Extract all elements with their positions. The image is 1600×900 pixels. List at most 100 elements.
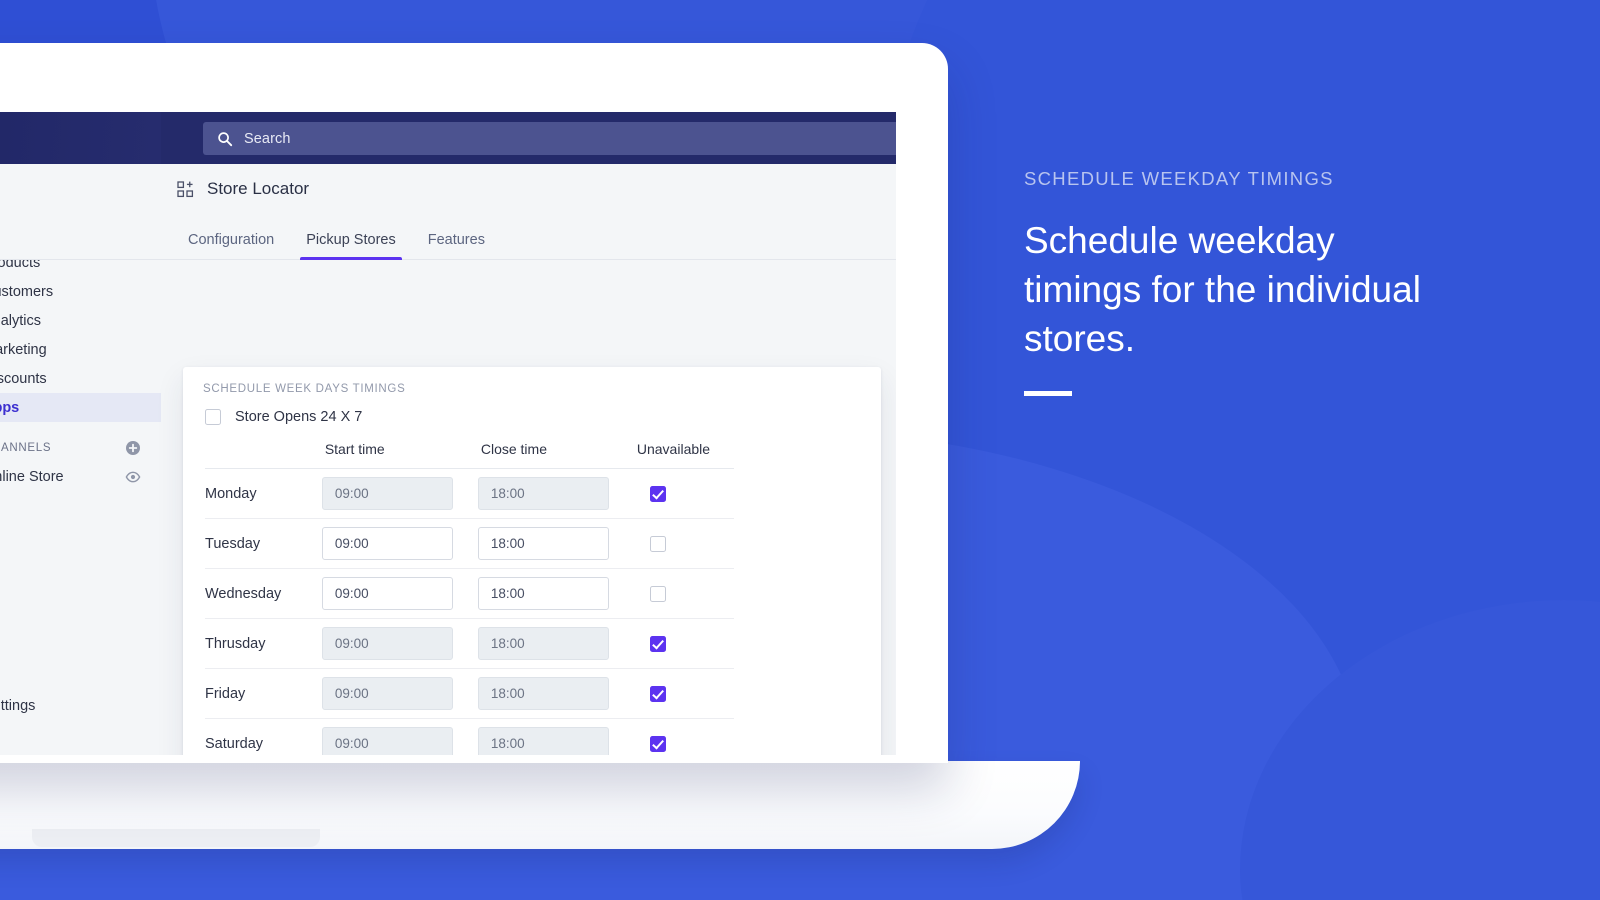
tab-pickup-stores[interactable]: Pickup Stores — [290, 232, 411, 260]
column-header-close-time: Close time — [477, 441, 634, 469]
sidebar-item-settings[interactable]: Settings — [0, 691, 161, 720]
table-header-row: Start time Close time Unavailable — [205, 441, 734, 469]
cell-day: Thrusday — [205, 618, 322, 669]
sidebar-item-label: Marketing — [0, 341, 47, 358]
close-time-input[interactable] — [477, 727, 609, 755]
unavailable-checkbox[interactable] — [649, 485, 666, 502]
sidebar-item-label: Online Store — [0, 468, 64, 485]
cell-day: Friday — [205, 668, 322, 719]
cell-start-time — [321, 468, 478, 519]
start-time-input[interactable] — [321, 577, 453, 610]
promo-underline — [1024, 390, 1072, 396]
start-time-input[interactable] — [321, 677, 453, 710]
start-time-input[interactable] — [321, 477, 453, 510]
cell-close-time — [477, 568, 634, 619]
cell-day: Saturday — [205, 718, 322, 755]
unavailable-checkbox[interactable] — [649, 635, 666, 652]
tab-label: Features — [427, 232, 485, 248]
plus-circle-icon[interactable] — [125, 440, 141, 456]
page-header: Store Locator — [0, 164, 896, 215]
unavailable-checkbox[interactable] — [649, 535, 666, 552]
sidebar-item-discounts[interactable]: Discounts — [0, 364, 161, 393]
cell-day: Tuesday — [205, 518, 322, 569]
search-icon — [217, 131, 233, 147]
cell-start-time — [321, 618, 478, 669]
sidebar-item-label: Settings — [0, 697, 36, 714]
cell-unavailable — [633, 568, 734, 619]
top-bar-brand-area — [0, 112, 161, 164]
cell-unavailable — [633, 518, 734, 569]
sidebar-item-label: Discounts — [0, 370, 47, 387]
column-header-start-time: Start time — [321, 441, 478, 469]
sidebar-item-analytics[interactable]: Analytics — [0, 306, 161, 335]
sidebar-item-online-store[interactable]: Online Store — [0, 462, 161, 491]
card-kicker: SCHEDULE WEEK DAYS TIMINGS — [203, 383, 406, 395]
column-header-unavailable: Unavailable — [633, 441, 734, 469]
day-label: Wednesday — [205, 585, 282, 602]
close-time-input[interactable] — [477, 527, 609, 560]
cell-close-time — [477, 718, 634, 755]
start-time-input[interactable] — [321, 727, 453, 755]
day-label: Monday — [205, 485, 257, 502]
sidebar-item-marketing[interactable]: Marketing — [0, 335, 161, 364]
day-label: Friday — [205, 685, 246, 702]
schedule-card: SCHEDULE WEEK DAYS TIMINGS Store Opens 2… — [183, 367, 881, 755]
sidebar-item-label: Apps — [0, 399, 20, 416]
cell-start-time — [321, 568, 478, 619]
cell-day: Wednesday — [205, 568, 322, 619]
column-header-day — [205, 441, 322, 469]
cell-unavailable — [633, 468, 734, 519]
sidebar-item-label: Analytics — [0, 312, 42, 329]
eye-icon[interactable] — [125, 469, 141, 485]
store-opens-24x7-label: Store Opens 24 X 7 — [235, 409, 363, 425]
day-label: Thrusday — [205, 635, 266, 652]
unavailable-checkbox[interactable] — [649, 735, 666, 752]
app-screen: Search Home Orders Products Customers An… — [0, 112, 896, 755]
unavailable-checkbox[interactable] — [649, 585, 666, 602]
promo-kicker: SCHEDULE WEEKDAY TIMINGS — [1024, 168, 1334, 189]
table-row: Wednesday — [205, 568, 734, 619]
start-time-input[interactable] — [321, 527, 453, 560]
promo-panel: SCHEDULE WEEKDAY TIMINGS Schedule weekda… — [1024, 168, 1454, 396]
search-input[interactable]: Search — [203, 122, 896, 155]
close-time-input[interactable] — [477, 477, 609, 510]
table-row: Thrusday — [205, 618, 734, 669]
start-time-input[interactable] — [321, 627, 453, 660]
store-opens-24x7-row[interactable]: Store Opens 24 X 7 — [205, 409, 861, 425]
unavailable-checkbox[interactable] — [649, 685, 666, 702]
sidebar-item-apps[interactable]: Apps — [0, 393, 161, 422]
table-row: Friday — [205, 668, 734, 719]
schedule-table: Start time Close time Unavailable Monday… — [205, 441, 734, 755]
sidebar-item-customers[interactable]: Customers — [0, 277, 161, 306]
tab-features[interactable]: Features — [412, 232, 501, 259]
sidebar-section-label: CHANNELS — [0, 441, 52, 454]
tab-configuration[interactable]: Configuration — [172, 232, 290, 259]
cell-close-time — [477, 518, 634, 569]
search-placeholder-text: Search — [244, 130, 291, 147]
cell-close-time — [477, 468, 634, 519]
sidebar-section-channels: CHANNELS — [0, 433, 161, 462]
cell-close-time — [477, 668, 634, 719]
close-time-input[interactable] — [477, 677, 609, 710]
laptop-trackpad-notch — [32, 829, 320, 847]
apps-grid-plus-icon — [177, 180, 194, 198]
day-label: Saturday — [205, 735, 264, 752]
cell-start-time — [321, 518, 478, 569]
tab-label: Configuration — [188, 232, 275, 248]
cell-unavailable — [633, 718, 734, 755]
close-time-input[interactable] — [477, 627, 609, 660]
table-row: Saturday — [205, 718, 734, 755]
page-title: Store Locator — [207, 179, 310, 198]
store-opens-24x7-checkbox[interactable] — [205, 409, 221, 425]
table-row: Tuesday — [205, 518, 734, 569]
day-label: Tuesday — [205, 535, 261, 552]
top-bar: Search — [0, 112, 896, 164]
sidebar-item-label: Customers — [0, 283, 54, 300]
cell-start-time — [321, 718, 478, 755]
cell-close-time — [477, 618, 634, 669]
cell-start-time — [321, 668, 478, 719]
cell-day: Monday — [205, 468, 322, 519]
tab-bar: Configuration Pickup Stores Features — [0, 214, 896, 260]
schedule-table-body: Monday Tuesday Wednesday Thrusday Friday Satu… — [205, 468, 734, 755]
close-time-input[interactable] — [477, 577, 609, 610]
